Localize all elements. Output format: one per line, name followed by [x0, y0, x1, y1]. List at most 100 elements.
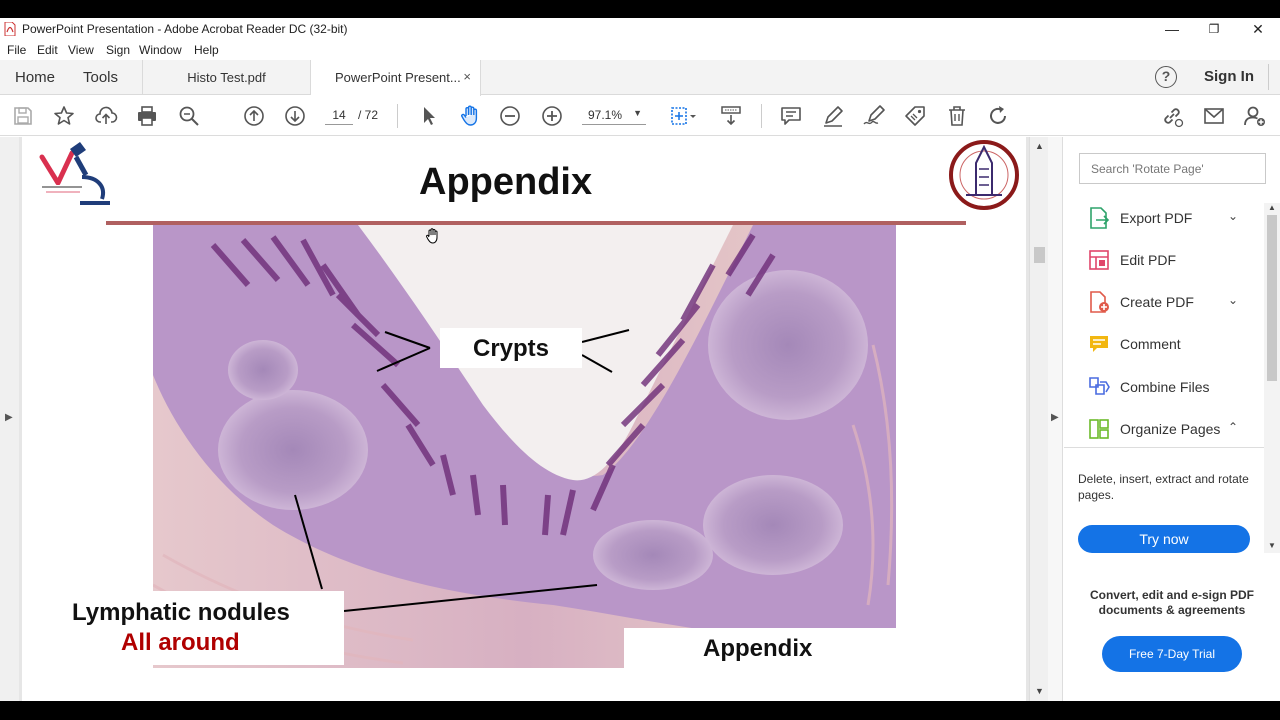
- create-pdf-icon: [1090, 291, 1109, 313]
- previous-page-icon[interactable]: [242, 104, 266, 128]
- next-page-icon[interactable]: [283, 104, 307, 128]
- tool-organize-pages[interactable]: Organize Pages ⌃: [1064, 410, 1264, 448]
- acrobat-window: PowerPoint Presentation - Adobe Acrobat …: [0, 0, 1280, 720]
- crypts-label-text: Crypts: [473, 335, 550, 362]
- tab-label: Histo Test.pdf: [187, 70, 266, 85]
- slide-title: Appendix: [419, 161, 593, 203]
- add-user-icon[interactable]: [1243, 104, 1267, 128]
- tab-tools[interactable]: Tools: [83, 69, 118, 86]
- pdf-page: Appendix Crypts Lymphatic nodules All ar…: [22, 137, 1026, 701]
- minimize-icon: —: [1165, 21, 1179, 37]
- all-around-text: All around: [121, 629, 240, 656]
- minimize-button[interactable]: —: [1150, 18, 1194, 40]
- scroll-up-icon[interactable]: ▲: [1268, 203, 1276, 212]
- organize-pages-icon: [1089, 419, 1109, 439]
- document-scrollbar[interactable]: ▲ ▼: [1029, 137, 1048, 701]
- tool-label: Combine Files: [1120, 379, 1210, 395]
- tab-histo-test[interactable]: Histo Test.pdf: [142, 60, 311, 95]
- print-icon[interactable]: [135, 104, 159, 128]
- panel-divider: [1064, 447, 1264, 448]
- tool-export-pdf[interactable]: Export PDF ⌄: [1064, 199, 1264, 237]
- tool-label: Comment: [1120, 336, 1181, 352]
- sign-in-button[interactable]: Sign In: [1204, 68, 1254, 85]
- tools-search-input[interactable]: Search 'Rotate Page': [1079, 153, 1266, 184]
- hand-tool-icon[interactable]: [458, 104, 482, 128]
- appendix-label-text: Appendix: [703, 635, 813, 662]
- organize-pages-description: Delete, insert, extract and rotate pages…: [1078, 472, 1249, 502]
- menu-view[interactable]: View: [68, 43, 94, 57]
- acrobat-app-icon: [4, 22, 16, 36]
- tab-powerpoint-presentation[interactable]: PowerPoint Present... ×: [311, 60, 481, 96]
- export-pdf-icon: [1090, 207, 1110, 229]
- menu-window[interactable]: Window: [139, 43, 182, 57]
- star-icon[interactable]: [52, 104, 76, 128]
- scroll-up-icon[interactable]: ▲: [1035, 141, 1044, 151]
- document-view[interactable]: Appendix Crypts Lymphatic nodules All ar…: [19, 137, 1029, 701]
- tab-label: PowerPoint Present...: [335, 70, 461, 85]
- tool-comment[interactable]: Comment: [1064, 325, 1264, 363]
- page-number-input[interactable]: 14: [325, 105, 353, 125]
- free-trial-button[interactable]: Free 7-Day Trial: [1102, 636, 1242, 672]
- window-title: PowerPoint Presentation - Adobe Acrobat …: [22, 22, 348, 36]
- zoom-value: 97.1%: [588, 108, 623, 122]
- combine-files-icon: [1089, 377, 1110, 395]
- save-icon[interactable]: [11, 104, 35, 128]
- close-tab-icon[interactable]: ×: [463, 69, 471, 84]
- menu-file[interactable]: File: [7, 43, 26, 57]
- histology-dept-logo: [39, 142, 110, 205]
- title-bar: PowerPoint Presentation - Adobe Acrobat …: [0, 18, 1280, 40]
- tab-home[interactable]: Home: [15, 69, 55, 86]
- chevron-down-icon: ▼: [633, 108, 642, 118]
- scroll-thumb[interactable]: [1267, 215, 1277, 381]
- lymphatic-nodules-text: Lymphatic nodules: [72, 599, 290, 626]
- delete-trash-icon[interactable]: [945, 104, 969, 128]
- select-cursor-icon[interactable]: [416, 104, 440, 128]
- chevron-down-icon[interactable]: ⌄: [1228, 209, 1238, 223]
- share-link-icon[interactable]: [1160, 104, 1184, 128]
- chevron-up-icon[interactable]: ⌃: [1228, 420, 1238, 434]
- fit-page-icon[interactable]: [668, 104, 700, 128]
- maximize-button[interactable]: ❐: [1192, 18, 1236, 40]
- left-panel-toggle[interactable]: ▶: [0, 137, 19, 701]
- tools-pane-scrollbar[interactable]: ▲ ▼: [1264, 203, 1280, 553]
- draw-sign-icon[interactable]: [862, 104, 886, 128]
- tool-create-pdf[interactable]: Create PDF ⌄: [1064, 283, 1264, 321]
- crypts-label: Crypts: [440, 328, 582, 368]
- highlight-pen-icon[interactable]: [821, 104, 845, 128]
- tool-edit-pdf[interactable]: Edit PDF: [1064, 241, 1264, 279]
- hand-cursor-icon: [426, 228, 438, 244]
- try-now-button[interactable]: Try now: [1078, 525, 1250, 553]
- ain-shams-university-seal: [949, 140, 1019, 210]
- zoom-in-icon[interactable]: [540, 104, 564, 128]
- scroll-thumb[interactable]: [1034, 247, 1045, 263]
- scroll-down-icon[interactable]: ▼: [1268, 541, 1276, 550]
- toolbar-divider: [397, 104, 398, 128]
- zoom-out-icon[interactable]: [498, 104, 522, 128]
- toolbar-divider: [761, 104, 762, 128]
- zoom-level-select[interactable]: 97.1% ▼: [582, 105, 646, 125]
- tool-combine-files[interactable]: Combine Files: [1064, 368, 1264, 406]
- chevron-down-icon[interactable]: ⌄: [1228, 293, 1238, 307]
- appendix-label: Appendix: [624, 628, 904, 668]
- email-icon[interactable]: [1202, 104, 1226, 128]
- edit-pdf-icon: [1089, 250, 1109, 270]
- menu-help[interactable]: Help: [194, 43, 219, 57]
- scroll-mode-icon[interactable]: [719, 104, 743, 128]
- collapse-right-icon: ▶: [1051, 412, 1059, 423]
- close-button[interactable]: ✕: [1236, 18, 1280, 40]
- help-icon[interactable]: ?: [1155, 66, 1177, 88]
- menu-edit[interactable]: Edit: [37, 43, 58, 57]
- zoom-search-icon[interactable]: [177, 104, 201, 128]
- scroll-down-icon[interactable]: ▼: [1035, 686, 1044, 696]
- upload-cloud-icon[interactable]: [94, 104, 118, 128]
- right-panel-toggle[interactable]: ▶: [1048, 137, 1063, 701]
- stamp-tag-icon[interactable]: [903, 104, 927, 128]
- comment-icon[interactable]: [779, 104, 803, 128]
- tool-label: Edit PDF: [1120, 252, 1177, 268]
- tool-label: Export PDF: [1120, 210, 1193, 226]
- tabbar-scroll-edge: [1268, 64, 1280, 90]
- menu-sign[interactable]: Sign: [106, 43, 130, 57]
- rotate-icon[interactable]: [986, 104, 1010, 128]
- tool-label: Create PDF: [1120, 294, 1194, 310]
- tool-label: Organize Pages: [1120, 421, 1221, 437]
